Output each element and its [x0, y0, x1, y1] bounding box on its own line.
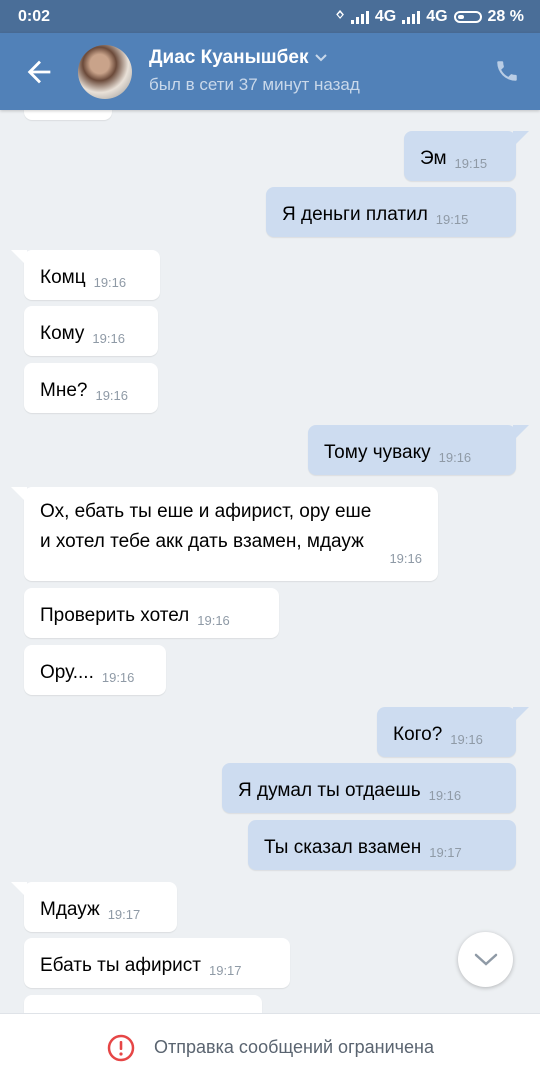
message-time: 19:16: [197, 613, 230, 628]
message-bubble[interactable]: Мдауж 19:17: [11, 882, 177, 932]
message-time: 19:16: [389, 551, 422, 566]
message-bubble[interactable]: Кому 19:16: [24, 306, 158, 356]
battery-level: 28 %: [487, 8, 524, 25]
chat-header: Диас Куанышбек был в сети 37 минут назад: [0, 33, 540, 110]
message-time: 19:17: [107, 907, 141, 922]
chevron-down-icon: [474, 953, 497, 966]
message-text: Тому чуваку: [324, 442, 431, 463]
message-time: 19:16: [95, 388, 129, 403]
network-type-2: 4G: [426, 8, 448, 25]
status-icons: ᛜ 4G 4G 28 %: [335, 8, 524, 26]
message-time: 19:15: [454, 156, 488, 171]
battery-icon: [453, 11, 482, 23]
message-bubble[interactable]: Комц 19:16: [11, 250, 160, 300]
message-bubble[interactable]: Ебать ты афирист 19:17: [24, 938, 290, 988]
status-bar: 0:02 ᛜ 4G 4G 28 %: [0, 0, 540, 33]
message-time: 19:16: [101, 670, 135, 685]
network-type-1: 4G: [374, 8, 397, 25]
message-text: Ебать ты афирист: [40, 955, 201, 976]
message-bubble[interactable]: Я деньги платил 19:15: [266, 187, 516, 237]
message-text: Ты сказал взамен: [264, 837, 422, 858]
message-time: 19:17: [429, 845, 462, 860]
composer-restricted-bar: Отправка сообщений ограничена: [0, 1013, 540, 1081]
message-bubble[interactable]: Ох, ебать ты еше и афирист, ору еше и хо…: [11, 487, 438, 581]
message-time: 19:16: [438, 450, 472, 465]
message-text: Кому: [40, 323, 85, 344]
contact-name: Диас Куанышбек: [149, 47, 309, 68]
message-bubble[interactable]: Кого? 19:16: [377, 707, 529, 757]
arrow-left-icon[interactable]: [22, 55, 56, 89]
message-bubble[interactable]: Ору.... 19:16: [24, 645, 166, 695]
message-text: Мне?: [40, 380, 88, 401]
status-time: 0:02: [18, 8, 51, 25]
chevron-down-icon: [315, 54, 328, 62]
message-text: Эм: [420, 148, 447, 169]
message-time: 19:15: [435, 212, 469, 227]
message-bubble[interactable]: Мне? 19:16: [24, 363, 158, 413]
message-text: Мдауж: [40, 899, 100, 920]
phone-icon[interactable]: [494, 58, 520, 84]
message-bubble[interactable]: Эм 19:15: [404, 131, 529, 181]
message-text-line: Ох, ебать ты еше и афирист, ору еше: [40, 501, 372, 522]
message-bubble[interactable]: Ты сказал взамен 19:17: [248, 820, 516, 870]
message-bubble[interactable]: Я думал ты отдаешь 19:16: [222, 763, 516, 813]
message-list[interactable]: Эм 19:15 Я деньги платил 19:15 Комц 19:16 К…: [0, 110, 540, 1013]
signal-icon: [350, 10, 369, 24]
message-text: Я деньги платил: [282, 204, 428, 225]
message-text: Кого?: [393, 724, 443, 745]
message-text: Ору....: [40, 662, 94, 683]
avatar[interactable]: [78, 45, 132, 99]
message-time: 19:16: [92, 331, 125, 346]
message-time: 19:16: [93, 275, 127, 290]
message-time: 19:16: [428, 788, 462, 803]
restriction-notice: Отправка сообщений ограничена: [154, 1037, 434, 1057]
bluetooth-icon: ᛜ: [335, 8, 345, 25]
message-bubble-partial[interactable]: [24, 110, 112, 120]
message-text: Проверить хотел: [40, 605, 190, 626]
message-bubble[interactable]: Тому чуваку 19:16: [308, 425, 529, 475]
signal-icon-2: [402, 10, 421, 24]
message-bubble[interactable]: Проверить хотел 19:16: [24, 588, 279, 638]
last-seen: был в сети 37 минут назад: [149, 75, 360, 94]
message-bubble-partial[interactable]: [24, 995, 262, 1013]
exclamation-circle-icon: [107, 1034, 135, 1061]
message-time: 19:17: [208, 963, 242, 978]
message-text: Я думал ты отдаешь: [238, 780, 421, 801]
message-text: Комц: [40, 267, 86, 288]
contact-name-row[interactable]: Диас Куанышбек: [149, 47, 328, 69]
message-time: 19:16: [450, 732, 483, 747]
scroll-down-button[interactable]: [458, 932, 513, 987]
